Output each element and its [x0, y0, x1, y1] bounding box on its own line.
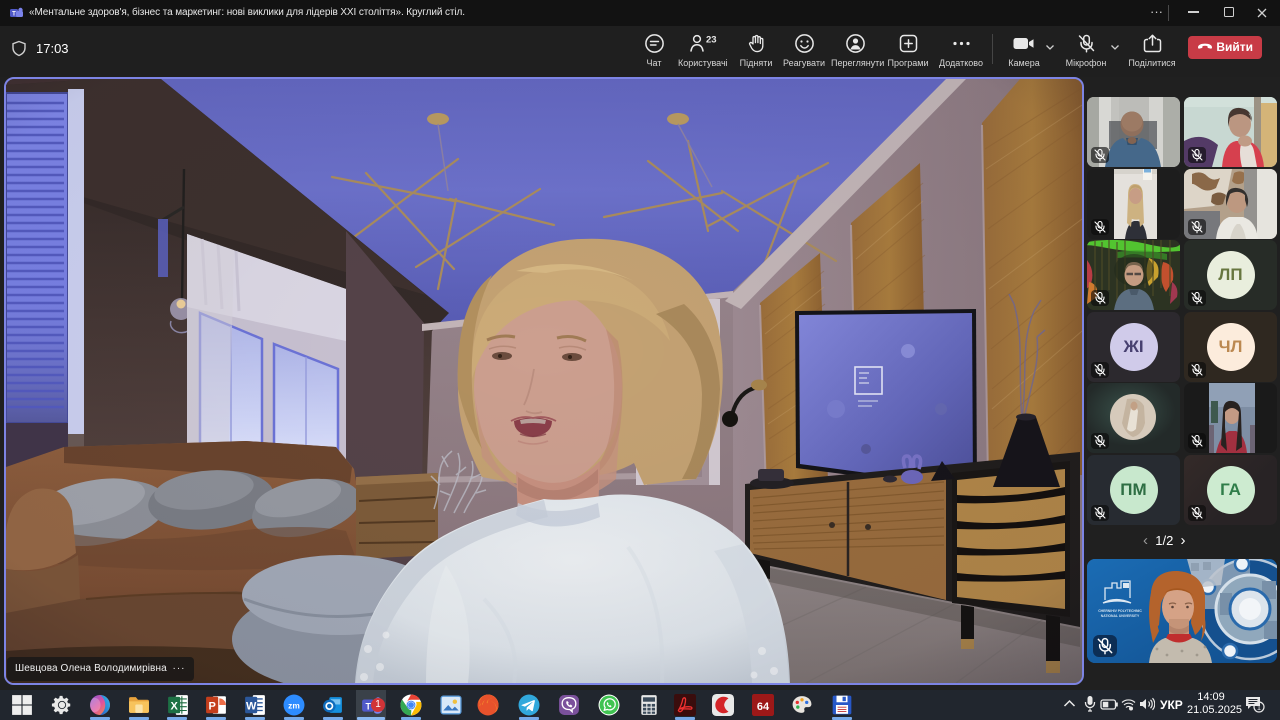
svg-text:1: 1 [1257, 703, 1261, 712]
svg-text:T: T [12, 12, 16, 18]
svg-text:X: X [170, 700, 178, 712]
svg-text:64: 64 [757, 701, 770, 713]
svg-text:zm: zm [288, 700, 300, 710]
svg-text:23: 23 [706, 35, 717, 46]
svg-text:NATIONAL UNIVERSITY: NATIONAL UNIVERSITY [1101, 614, 1140, 618]
svg-text:W: W [246, 700, 257, 712]
svg-text:P: P [208, 700, 215, 712]
svg-text:CHERNIHIV POLYTECHNIC: CHERNIHIV POLYTECHNIC [1098, 609, 1142, 613]
